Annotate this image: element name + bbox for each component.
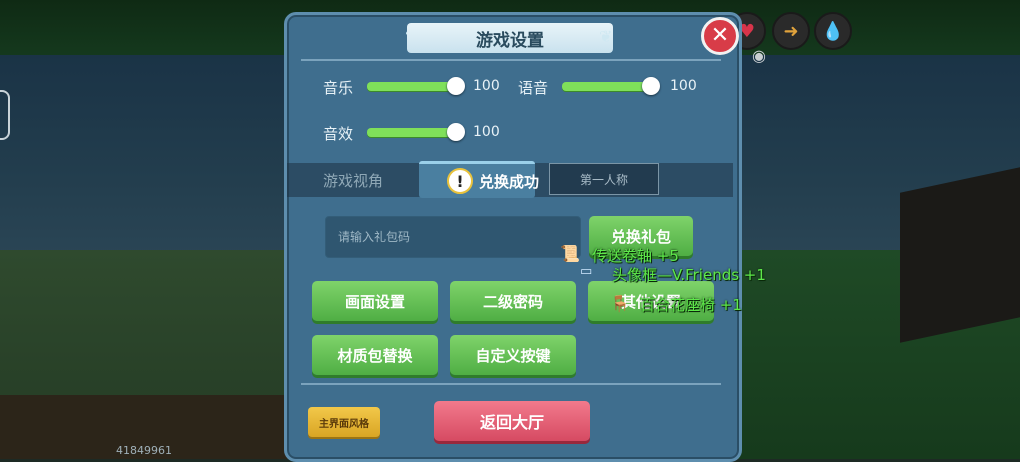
custom-keys-button[interactable]: 自定义按键 xyxy=(450,335,576,375)
divider xyxy=(301,383,721,385)
wall-right xyxy=(900,167,1020,343)
title-ornament-right-icon: ❦ xyxy=(599,27,613,46)
toast-message: ! 兑换成功 xyxy=(447,167,539,195)
divider xyxy=(301,59,721,61)
toast-text: 兑换成功 xyxy=(479,172,540,191)
voice-label: 语音 xyxy=(518,79,549,97)
player-id: 41849961 xyxy=(116,444,172,457)
eye-icon[interactable]: ◉ xyxy=(752,46,766,65)
music-slider[interactable] xyxy=(367,82,457,91)
voice-slider[interactable] xyxy=(562,82,652,91)
gift-code-input[interactable] xyxy=(325,216,581,258)
sfx-label: 音效 xyxy=(323,125,354,143)
view-option-first-person[interactable]: 第一人称 xyxy=(549,163,659,195)
chair-icon: 🪑 xyxy=(610,294,630,313)
voice-slider-handle[interactable] xyxy=(642,77,660,95)
close-icon: ✕ xyxy=(710,23,730,48)
secondary-password-button[interactable]: 二级密码 xyxy=(450,281,576,321)
side-drawer-handle[interactable] xyxy=(0,90,10,140)
voice-value: 100 xyxy=(670,78,697,94)
texture-pack-button[interactable]: 材质包替换 xyxy=(312,335,438,375)
reward-text: 传送卷轴 +5 xyxy=(592,247,679,265)
music-value: 100 xyxy=(473,78,500,94)
sfx-slider[interactable] xyxy=(367,128,457,137)
sfx-value: 100 xyxy=(473,124,500,140)
water-drop-icon: 💧 xyxy=(814,12,852,50)
drumstick-icon: ➜ xyxy=(772,12,810,50)
sfx-slider-handle[interactable] xyxy=(447,123,465,141)
scroll-icon: 📜 xyxy=(560,244,580,263)
graphics-settings-button[interactable]: 画面设置 xyxy=(312,281,438,321)
avatar-frame-icon: ▭ xyxy=(580,264,593,279)
music-label: 音乐 xyxy=(323,79,354,97)
music-slider-handle[interactable] xyxy=(447,77,465,95)
reward-text: 头像框—V.Friends +1 xyxy=(612,266,766,284)
return-lobby-button[interactable]: 返回大厅 xyxy=(434,401,590,441)
exclamation-icon: ! xyxy=(447,168,473,194)
settings-panel: ❦ 游戏设置 ❦ ✕ 音乐 100 语音 100 音效 100 游戏视角 第一人… xyxy=(284,12,742,462)
close-button[interactable]: ✕ xyxy=(701,17,739,55)
reward-text: 百合花座椅 +1 xyxy=(640,296,742,314)
settings-title: 游戏设置 xyxy=(407,23,613,53)
main-ui-style-button[interactable]: 主界面风格 xyxy=(308,407,380,437)
view-angle-label: 游戏视角 xyxy=(323,172,384,190)
